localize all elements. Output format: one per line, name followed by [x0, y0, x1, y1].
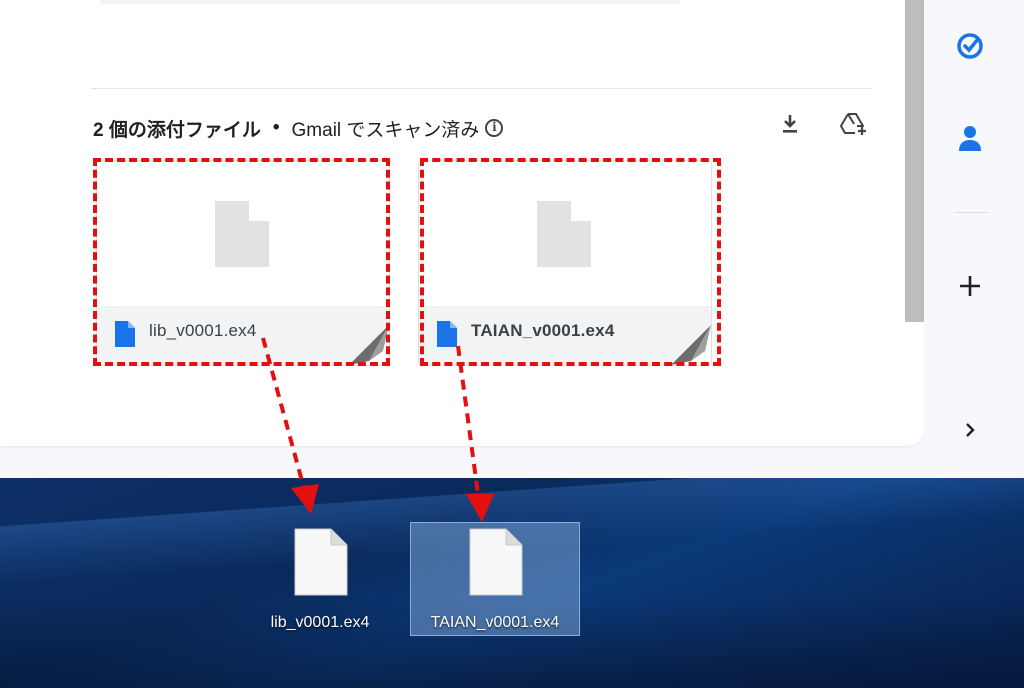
add-to-drive-button[interactable] [838, 108, 870, 140]
side-panel-rail [924, 0, 1024, 478]
attachments-header: 2 個の添付ファイル • Gmail でスキャン済み [93, 114, 504, 142]
desktop-file-icon[interactable]: lib_v0001.ex4 [270, 528, 370, 631]
tasks-icon [957, 33, 983, 59]
chevron-right-icon [966, 423, 975, 437]
info-icon[interactable] [485, 119, 504, 137]
rail-divider [955, 212, 988, 213]
highlight-box [420, 158, 721, 366]
tasks-button[interactable] [954, 30, 986, 62]
header-separator: • [272, 117, 280, 138]
message-panel: 2 個の添付ファイル • Gmail でスキャン済み i lib_v0001.e… [0, 0, 924, 446]
desktop-file-label: TAIAN_v0001.ex4 [430, 614, 560, 631]
desktop-file-label: lib_v0001.ex4 [270, 614, 370, 631]
highlight-box [93, 158, 390, 366]
attachment-count-label: 2 個の添付ファイル [93, 119, 261, 141]
add-to-drive-icon [840, 113, 866, 135]
download-all-button[interactable] [774, 108, 806, 140]
show-side-panel-button[interactable] [954, 414, 986, 446]
contacts-icon [959, 126, 981, 151]
scan-status-label: Gmail でスキャン済み [291, 119, 480, 141]
download-icon [783, 115, 797, 133]
file-icon [469, 528, 523, 596]
contacts-button[interactable] [954, 122, 986, 154]
attachment-divider [92, 88, 872, 89]
scrollbar-thumb[interactable] [905, 0, 924, 322]
get-addons-button[interactable] [954, 270, 986, 302]
message-body-edge [100, 0, 680, 4]
file-icon [294, 528, 348, 596]
add-icon [960, 276, 980, 296]
desktop-file-icon[interactable]: TAIAN_v0001.ex4 [431, 528, 559, 631]
gmail-window: 2 個の添付ファイル • Gmail でスキャン済み i lib_v0001.e… [0, 0, 1024, 478]
